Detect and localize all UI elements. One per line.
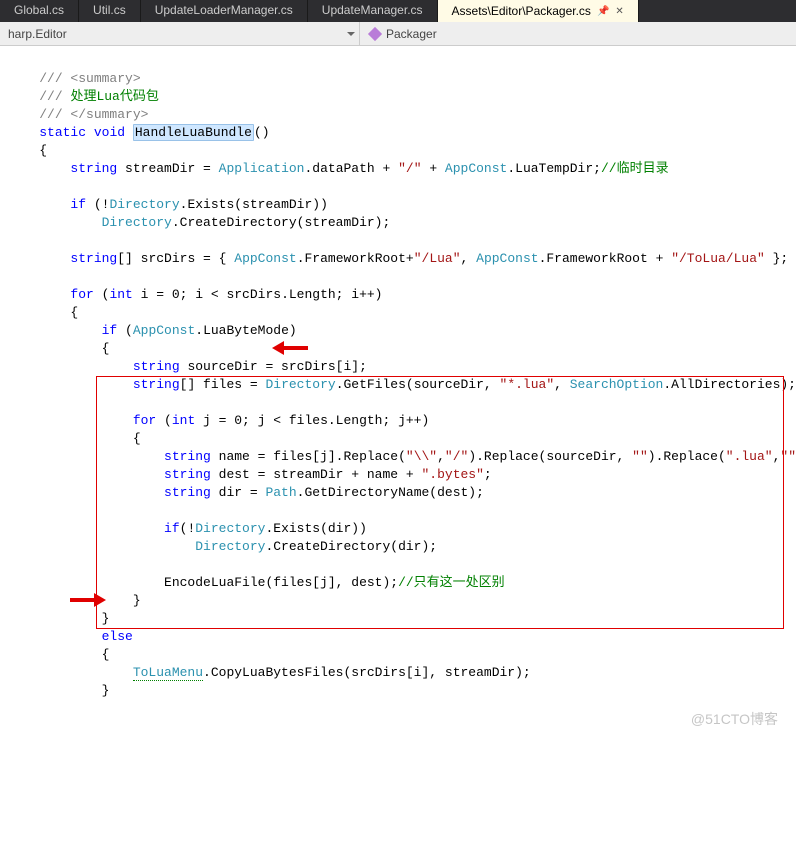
code-line: /// </summary>	[8, 107, 148, 122]
code-line: for (int i = 0; i < srcDirs.Length; i++)	[8, 287, 382, 302]
tab-bar: Global.cs Util.cs UpdateLoaderManager.cs…	[0, 0, 796, 22]
code-line: {	[8, 143, 47, 158]
code-line: string[] srcDirs = { AppConst.FrameworkR…	[8, 251, 788, 266]
code-line: string sourceDir = srcDirs[i];	[8, 359, 367, 374]
namespace-label: harp.Editor	[8, 27, 67, 41]
code-line: if (!Directory.Exists(streamDir))	[8, 197, 328, 212]
code-line: }	[8, 611, 109, 626]
code-line: Directory.CreateDirectory(streamDir);	[8, 215, 390, 230]
code-line: {	[8, 341, 109, 356]
close-icon[interactable]: ✕	[615, 6, 623, 17]
tab-active-label: Assets\Editor\Packager.cs	[452, 4, 591, 18]
code-line	[8, 233, 16, 248]
code-line: if (AppConst.LuaByteMode)	[8, 323, 297, 338]
code-line: /// <summary>	[8, 71, 141, 86]
code-editor[interactable]: /// <summary> /// 处理Lua代码包 /// </summary…	[0, 46, 796, 862]
tab-packager[interactable]: Assets\Editor\Packager.cs 📌 ✕	[438, 0, 639, 22]
code-line: }	[8, 683, 109, 698]
nav-bar: harp.Editor Packager	[0, 22, 796, 46]
member-dropdown[interactable]: Packager	[360, 27, 445, 41]
code-line: string name = files[j].Replace("\\","/")…	[8, 449, 796, 464]
namespace-dropdown[interactable]: harp.Editor	[0, 22, 360, 45]
code-line: {	[8, 647, 109, 662]
tab-util[interactable]: Util.cs	[79, 0, 141, 22]
code-line: Directory.CreateDirectory(dir);	[8, 539, 437, 554]
code-line: if(!Directory.Exists(dir))	[8, 521, 367, 536]
code-line: string dest = streamDir + name + ".bytes…	[8, 467, 492, 482]
code-line: string[] files = Directory.GetFiles(sour…	[8, 377, 796, 392]
method-icon	[368, 27, 382, 41]
code-line: EncodeLuaFile(files[j], dest);//只有这一处区别	[8, 575, 505, 590]
code-line: string dir = Path.GetDirectoryName(dest)…	[8, 485, 484, 500]
member-label: Packager	[386, 27, 437, 41]
pin-icon[interactable]: 📌	[597, 6, 609, 17]
code-line	[8, 557, 16, 572]
code-line	[8, 269, 16, 284]
code-line: else	[8, 629, 133, 644]
code-line	[8, 503, 16, 518]
code-line: {	[8, 305, 78, 320]
code-line: /// 处理Lua代码包	[8, 89, 159, 104]
tab-updateloader[interactable]: UpdateLoaderManager.cs	[141, 0, 308, 22]
tab-updatemanager[interactable]: UpdateManager.cs	[308, 0, 438, 22]
code-line: }	[8, 593, 141, 608]
code-line: {	[8, 431, 141, 446]
code-line	[8, 395, 16, 410]
code-line: static void HandleLuaBundle()	[8, 124, 270, 141]
code-line	[8, 179, 16, 194]
code-line: string streamDir = Application.dataPath …	[8, 161, 669, 176]
code-line: for (int j = 0; j < files.Length; j++)	[8, 413, 429, 428]
code-line: ToLuaMenu.CopyLuaBytesFiles(srcDirs[i], …	[8, 665, 531, 681]
tab-global[interactable]: Global.cs	[0, 0, 79, 22]
